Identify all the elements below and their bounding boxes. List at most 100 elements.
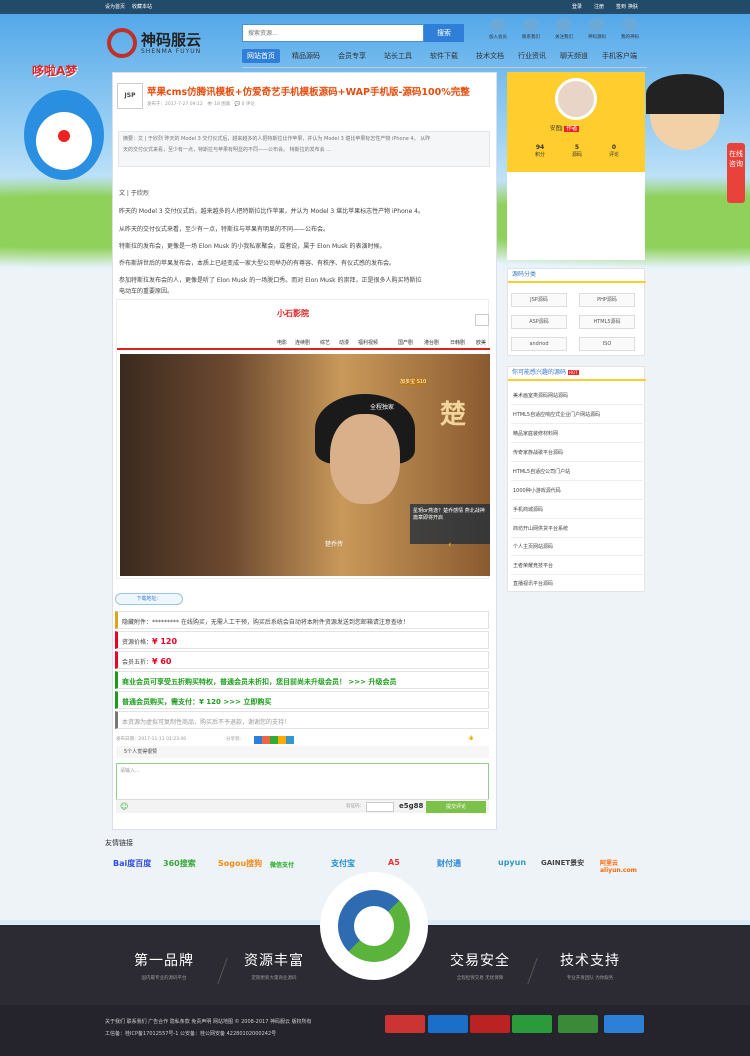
upgrade-link[interactable]: 商业会员可享受五折购买特权，普通会员未折扣，您目前尚未升级会员！ >>> 升级会… [122, 678, 396, 686]
nav-news[interactable]: 行业资讯 [518, 51, 546, 61]
buy-row[interactable]: 普通会员购买，需支付：¥ 120 >>> 立即购买 [115, 691, 489, 709]
list-item[interactable]: 1000种小游戏源代码 [513, 487, 561, 494]
cert-badge-icon[interactable] [558, 1015, 598, 1033]
stat-comments: 0 评论 [608, 144, 619, 158]
my-account-shortcut[interactable]: 我的神码 [616, 18, 644, 40]
search-input[interactable] [242, 24, 424, 42]
upgrade-row[interactable]: 商业会员可享受五折购买特权，普通会员未折扣，您目前尚未升级会员！ >>> 升级会… [115, 671, 489, 689]
friend-link-tenpay[interactable]: 财付通 [437, 858, 461, 869]
avatar[interactable] [555, 78, 597, 120]
friend-link-360[interactable]: 360搜索 [163, 858, 196, 869]
set-home-link[interactable]: 设为首页 [105, 3, 125, 10]
article-title: 苹果cms仿腾讯模板+仿爱奇艺手机模板源码+WAP手机版-源码100%完整 [147, 87, 470, 98]
emoji-icon[interactable]: ☺ [120, 802, 128, 811]
category-tag[interactable]: andriod [511, 337, 567, 351]
comment-icon: 💬 [231, 102, 242, 107]
list-item[interactable]: 美术画室类源码网站源码 [513, 392, 568, 399]
bookmark-link[interactable]: 收藏本站 [132, 3, 152, 10]
friend-links-title: 友情链接 [105, 839, 133, 847]
nav-premium-source[interactable]: 精品源码 [292, 51, 320, 61]
doraemon-illustration [24, 90, 104, 180]
list-item[interactable]: 商坊开山网供货平台系统 [513, 525, 568, 532]
friend-link-gainet[interactable]: GAINET景安 [541, 858, 584, 868]
article-meta: 发布于：2017-7-27 09:12 👁 18 围观 💬 0 评论 [147, 101, 255, 107]
cert-badge-icon[interactable] [470, 1015, 510, 1033]
download-tab[interactable]: 下载地址： [115, 593, 183, 605]
footer-block: 技术支持 专业开发团队 为你服务 [560, 953, 620, 981]
nav-software[interactable]: 软件下载 [430, 51, 458, 61]
hot-badge: HOT [567, 370, 579, 375]
cert-badge-icon[interactable] [604, 1015, 644, 1033]
chevron-left-icon[interactable]: ‹ [448, 540, 458, 550]
article-paragraph: 特斯拉的发布会，更像是一场 Elon Musk 的小我私家聚会，或者说，属于 E… [119, 243, 386, 250]
list-item[interactable]: 个人主页网站源码 [513, 543, 553, 550]
kid-illustration [646, 74, 724, 150]
share-icons[interactable] [254, 736, 294, 744]
friend-link-wechatpay[interactable]: 微信支付 [270, 860, 294, 869]
article-paragraph: 昨天的 Model 3 交付仪式后，越来越多的人把特斯拉比作苹果，并认为 Mod… [119, 208, 424, 215]
login-link[interactable]: 登录 [572, 3, 582, 10]
doraemon-logo: 哆啦A梦 [32, 64, 78, 78]
nav-webmaster-tools[interactable]: 站长工具 [384, 51, 412, 61]
nav-vip[interactable]: 会员专享 [338, 51, 366, 61]
notice-row: 本资源为虚拟可复制性商品，购买后不予退款，谢谢您的支持！ [115, 711, 489, 729]
buy-link[interactable]: 普通会员购买，需支付：¥ 120 >>> 立即购买 [122, 698, 271, 706]
friend-link-a5[interactable]: A5 [388, 858, 400, 867]
search-button[interactable]: 搜索 [424, 24, 464, 42]
share-bar: 发布日期：2017-11-11 01:23:00 分享到： 👍 [116, 736, 474, 744]
nav-chat[interactable]: 聊天频道 [560, 51, 588, 61]
like-icon[interactable]: 👍 [468, 736, 474, 741]
source-shortcut[interactable]: 神码源码 [583, 18, 611, 40]
submit-comment-button[interactable]: 提交评论 [426, 801, 486, 813]
cert-badge-icon[interactable] [428, 1015, 468, 1033]
site-logo[interactable]: 神码服云 SHENMA FUYUN [107, 24, 227, 60]
list-item[interactable]: HTML5自适应响应式企业门户网站源码 [513, 411, 600, 418]
footer-links[interactable]: 关于我们 联系我们 广告合作 隐私条款 免责声明 网站地图 © 2008-201… [105, 1018, 312, 1025]
verify-input[interactable] [366, 802, 394, 812]
friend-link-baidu[interactable]: Bai度百度 [113, 858, 151, 869]
register-link[interactable]: 注册 [594, 3, 604, 10]
category-tag[interactable]: PHP源码 [579, 293, 635, 307]
skin-link[interactable]: 换肤 [628, 3, 638, 10]
nav-home[interactable]: 网站首页 [242, 49, 280, 63]
article-screenshot: 小石影院 电影 连续剧 综艺 动漫 福利视频 国产剧 港台剧 日韩剧 欧美 全程… [116, 299, 490, 579]
online-consult-tab[interactable]: 在线咨询 [727, 143, 745, 203]
checkin-link[interactable]: 签到 [616, 3, 626, 10]
friend-link-sogou[interactable]: Sogou搜狗 [218, 858, 262, 869]
list-item[interactable]: 精品家庭装修材料网 [513, 430, 558, 437]
cert-badge-icon[interactable] [512, 1015, 552, 1033]
list-item[interactable]: 直播视讯平台源码 [513, 580, 553, 587]
contact-shortcut[interactable]: 联系我们 [517, 18, 545, 40]
user-card-bottom [507, 172, 645, 260]
article-panel: JSP 苹果cms仿腾讯模板+仿爱奇艺手机模板源码+WAP手机版-源码100%完… [112, 72, 497, 830]
list-item[interactable]: 手机商城源码 [513, 506, 543, 513]
share-label: 分享到： [226, 737, 244, 742]
category-tag[interactable]: HTML5源码 [579, 315, 635, 329]
list-item[interactable]: HTML5自适应公司门户站 [513, 468, 570, 475]
verify-code[interactable]: e5g88 [399, 802, 423, 810]
category-tag[interactable]: ISO [579, 337, 635, 351]
article-logo: JSP [117, 83, 143, 109]
poster-label: 全程独家 [370, 404, 395, 411]
footer-block: 交易安全 全程担保交易 无忧保障 [450, 953, 510, 981]
list-item[interactable]: 王者荣耀竞技平台 [513, 562, 553, 569]
poster-title: 楚 [440, 400, 467, 430]
nav-divider [242, 67, 647, 68]
friend-link-upyun[interactable]: upyun [498, 858, 526, 867]
price-value: ¥ 120 [152, 637, 178, 646]
category-tag[interactable]: ASP源码 [511, 315, 567, 329]
list-item[interactable]: 传奇家族战歌平台源码 [513, 449, 563, 456]
friend-link-aliyun[interactable]: 阿里云 aliyun.com [600, 858, 650, 874]
follow-shortcut[interactable]: 关注我们 [550, 18, 578, 40]
join-vip-shortcut[interactable]: 加入会员 [484, 18, 512, 40]
drama-banner-image: 全程独家 加多宝 S10 楚 楚乔传 星玥or燕逸？楚乔感情 燕北战神篇章即将开… [120, 354, 490, 576]
footer-block: 资源丰富 定期更新大量商业源码 [244, 953, 304, 981]
footer-icp: 工信备：桂ICP备17012557号-1 公安备：桂公网安备 422801020… [105, 1031, 277, 1037]
category-tag[interactable]: JSP源码 [511, 293, 567, 307]
cert-badge-icon[interactable] [385, 1015, 425, 1033]
verify-label: 验证码： [346, 804, 364, 809]
nav-docs[interactable]: 技术文档 [476, 51, 504, 61]
views-icon: 👁 [204, 102, 215, 107]
friend-link-alipay[interactable]: 支付宝 [331, 858, 355, 869]
nav-mobile[interactable]: 手机客户端 [602, 51, 637, 61]
